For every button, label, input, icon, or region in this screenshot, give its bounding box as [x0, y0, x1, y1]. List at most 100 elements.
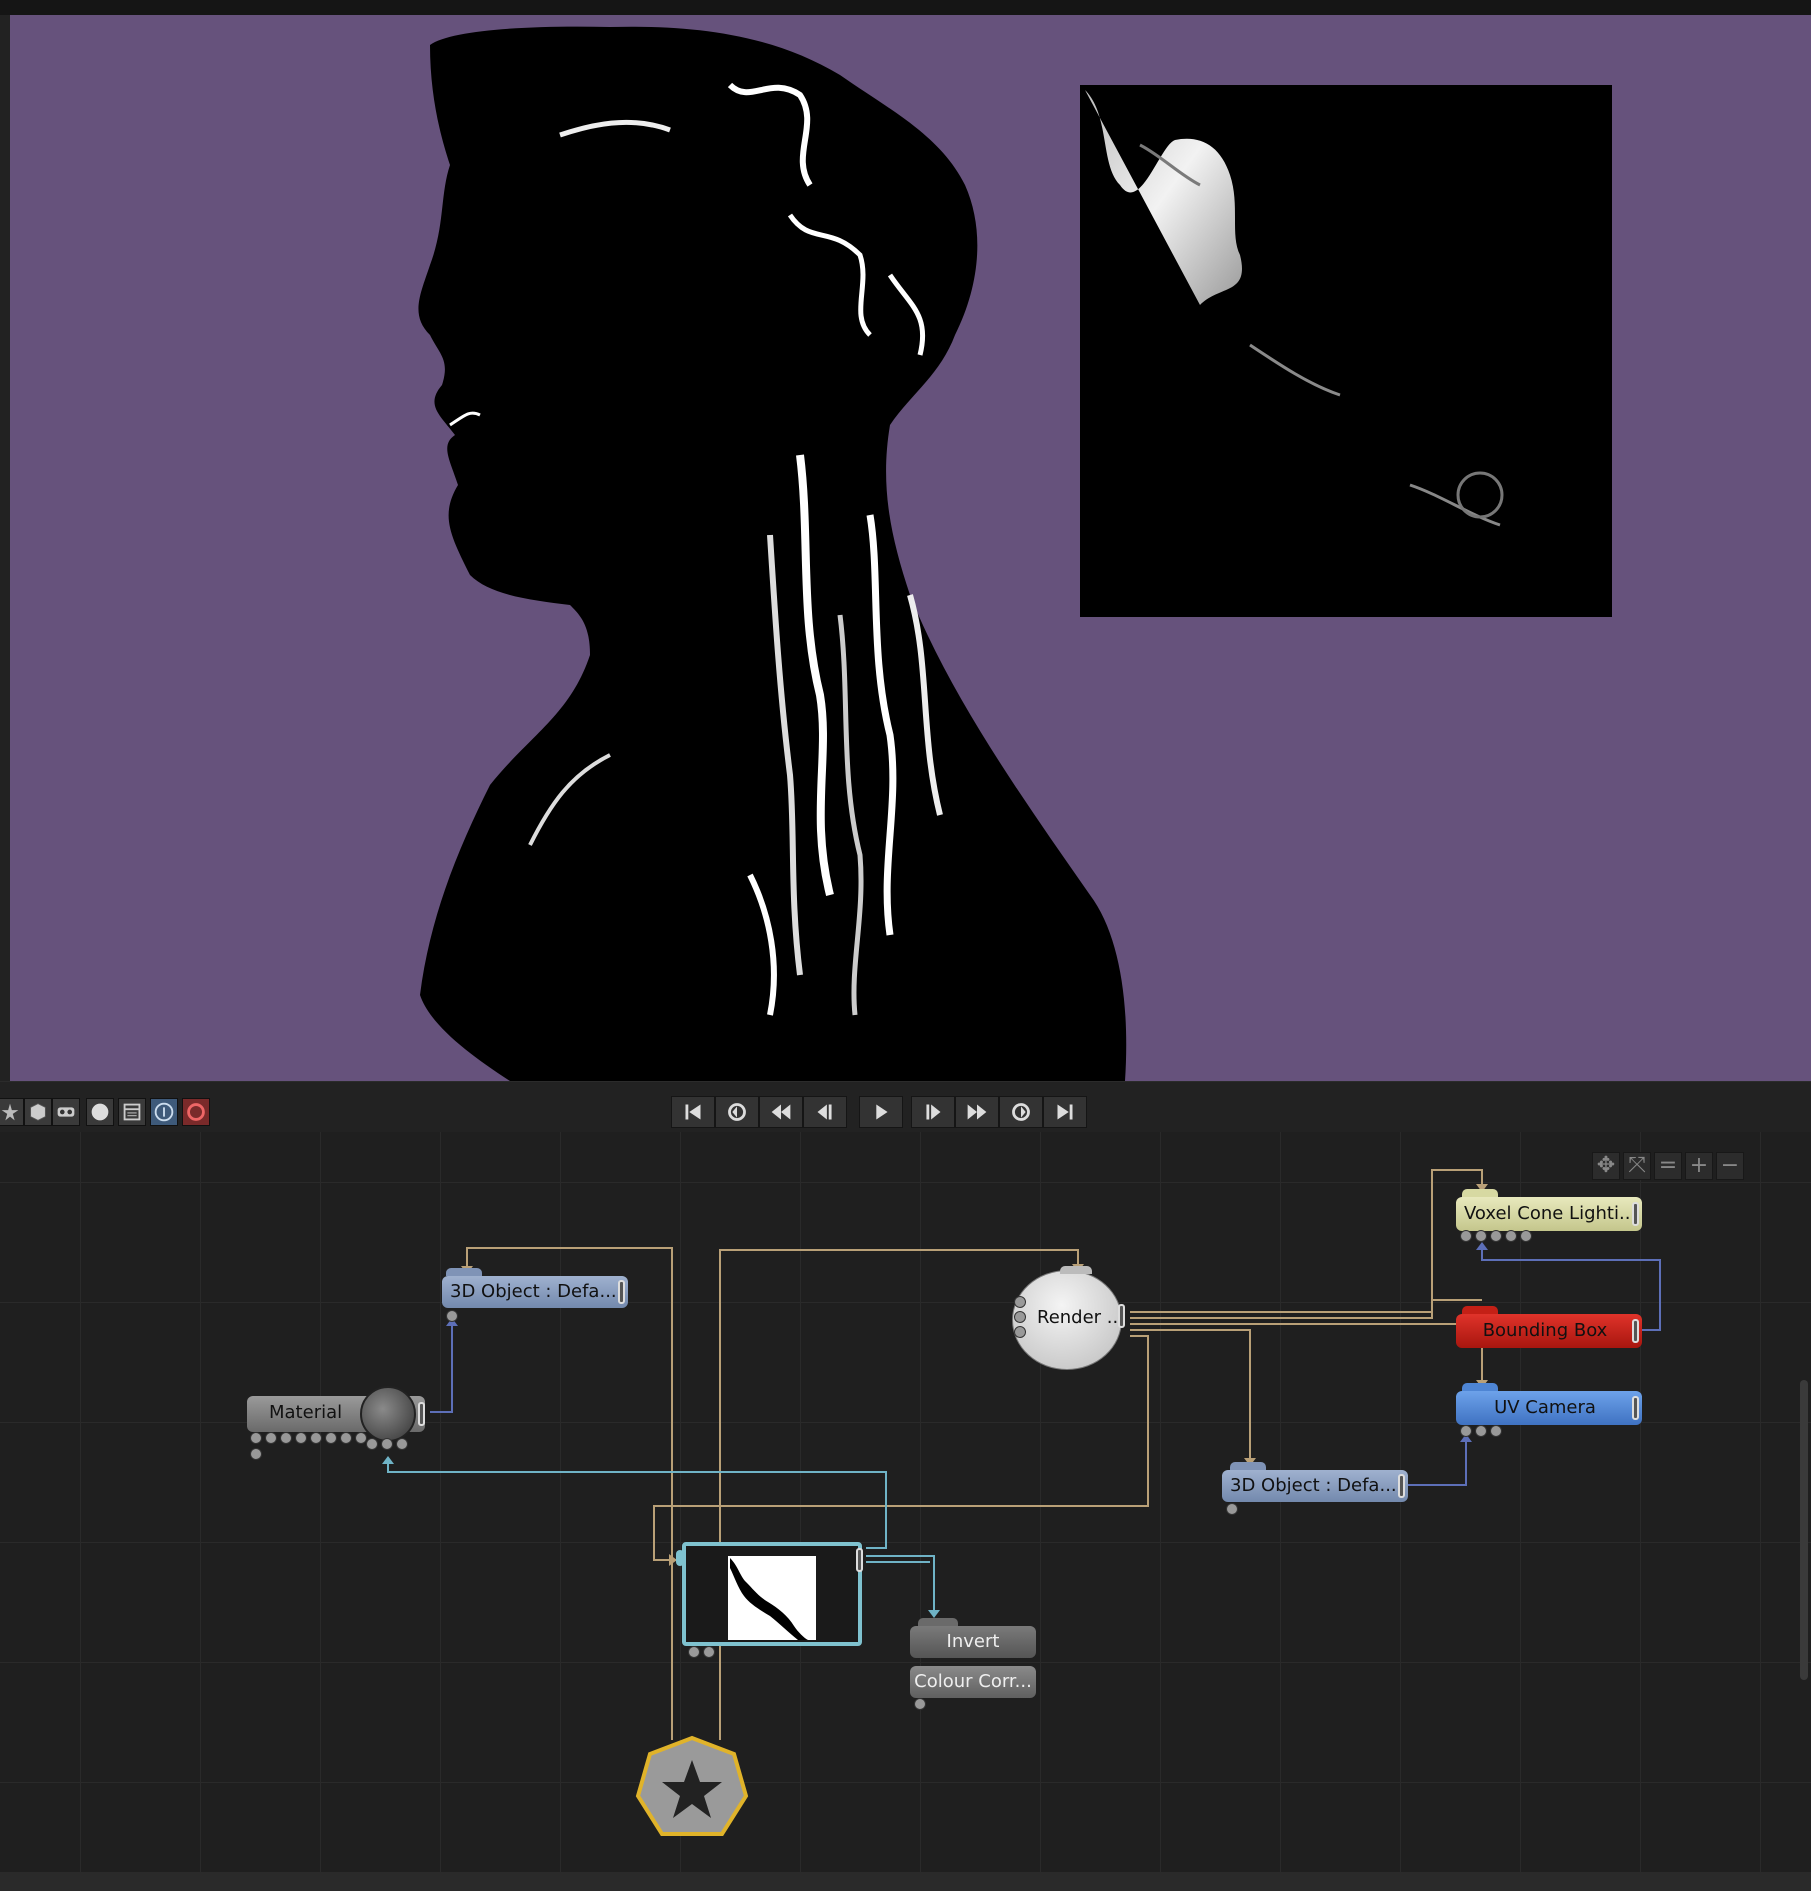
output-star-icon	[635, 1735, 749, 1836]
play-icon[interactable]	[859, 1096, 903, 1128]
port[interactable]	[280, 1432, 292, 1444]
refresh-icon[interactable]	[182, 1098, 210, 1126]
port[interactable]	[1460, 1425, 1472, 1437]
node-output[interactable]	[634, 1734, 750, 1844]
node-input-tab[interactable]	[1462, 1189, 1498, 1197]
port[interactable]	[310, 1432, 322, 1444]
skip-to-start-icon[interactable]	[671, 1096, 715, 1128]
panel-icon[interactable]	[118, 1098, 146, 1126]
fit-icon[interactable]: ⤧	[1623, 1152, 1651, 1180]
node-label: 3D Object : Defa...	[1230, 1475, 1397, 1496]
loop-back-icon[interactable]	[715, 1096, 759, 1128]
viewport-left-edge	[0, 15, 10, 1081]
graph-status-bar	[0, 1872, 1811, 1891]
port[interactable]	[1520, 1230, 1532, 1242]
node-render[interactable]: Render ...	[1012, 1270, 1124, 1370]
thumbnail-image	[730, 1558, 808, 1640]
node-ports	[1014, 1296, 1026, 1338]
loop-forward-icon[interactable]	[999, 1096, 1043, 1128]
node-output-handle[interactable]	[1118, 1304, 1125, 1328]
port[interactable]	[325, 1432, 337, 1444]
port[interactable]	[1014, 1296, 1026, 1308]
port[interactable]	[1505, 1230, 1517, 1242]
port[interactable]	[250, 1448, 262, 1460]
graph-navigation: ✥ ⤧ = + −	[1592, 1152, 1744, 1180]
port[interactable]	[295, 1432, 307, 1444]
node-input-tab[interactable]	[676, 1550, 684, 1566]
node-label: Invert	[946, 1631, 1000, 1652]
port[interactable]	[1475, 1425, 1487, 1437]
render-viewport[interactable]	[10, 15, 1811, 1081]
graph-vertical-scrollbar[interactable]	[1800, 1380, 1808, 1680]
info-icon[interactable]	[150, 1098, 178, 1126]
node-label: 3D Object : Defa...	[450, 1281, 617, 1302]
node-output-handle[interactable]	[1398, 1474, 1405, 1498]
port[interactable]	[1226, 1503, 1238, 1515]
port[interactable]	[366, 1438, 378, 1450]
node-output-handle[interactable]	[856, 1548, 863, 1572]
port[interactable]	[1460, 1230, 1472, 1242]
fast-forward-icon[interactable]	[955, 1096, 999, 1128]
node-ports	[1226, 1503, 1238, 1515]
node-output-handle[interactable]	[1632, 1202, 1639, 1226]
step-back-icon[interactable]	[803, 1096, 847, 1128]
node-graph-canvas[interactable]	[0, 1132, 1811, 1872]
port[interactable]	[340, 1432, 352, 1444]
viewport-toolbar	[0, 1081, 1811, 1133]
zoom-in-icon[interactable]: +	[1685, 1152, 1713, 1180]
node-input-tab[interactable]	[918, 1618, 958, 1626]
port[interactable]	[688, 1646, 700, 1658]
node-output-handle[interactable]	[1632, 1319, 1639, 1343]
node-ports	[688, 1646, 715, 1658]
node-3d-object-a[interactable]: 3D Object : Defa...	[442, 1276, 628, 1308]
uv-map-image	[1085, 90, 1504, 527]
skip-to-end-icon[interactable]	[1043, 1096, 1087, 1128]
port[interactable]	[446, 1310, 458, 1322]
node-output-handle[interactable]	[418, 1402, 425, 1426]
node-output-handle[interactable]	[618, 1280, 625, 1304]
port[interactable]	[381, 1438, 393, 1450]
node-input-tab[interactable]	[1462, 1383, 1498, 1391]
viewport-top-bar	[0, 0, 1811, 15]
node-ports	[1460, 1425, 1502, 1437]
node-uv-camera[interactable]: UV Camera	[1456, 1391, 1642, 1425]
equal-icon[interactable]: =	[1654, 1152, 1682, 1180]
render-target-thumbnail	[728, 1556, 816, 1640]
port[interactable]	[250, 1432, 262, 1444]
port[interactable]	[1490, 1425, 1502, 1437]
sphere-icon[interactable]	[86, 1098, 114, 1126]
node-3d-object-b[interactable]: 3D Object : Defa...	[1222, 1470, 1408, 1502]
node-ports	[914, 1698, 926, 1710]
port[interactable]	[1490, 1230, 1502, 1242]
node-output-handle[interactable]	[1632, 1396, 1639, 1420]
node-input-tab[interactable]	[446, 1268, 482, 1276]
step-forward-icon[interactable]	[911, 1096, 955, 1128]
port[interactable]	[265, 1432, 277, 1444]
port[interactable]	[1014, 1311, 1026, 1323]
vr-icon[interactable]	[52, 1098, 80, 1126]
node-label: Voxel Cone Lighti...	[1464, 1203, 1637, 1224]
port[interactable]	[703, 1646, 715, 1658]
port[interactable]	[1475, 1230, 1487, 1242]
rewind-icon[interactable]	[759, 1096, 803, 1128]
port[interactable]	[1014, 1326, 1026, 1338]
node-colour-correction[interactable]: Colour Corr...	[910, 1666, 1036, 1698]
port[interactable]	[396, 1438, 408, 1450]
material-sphere-icon	[360, 1386, 416, 1442]
star-icon[interactable]	[0, 1098, 24, 1126]
port[interactable]	[914, 1698, 926, 1710]
node-voxel-cone-lighting[interactable]: Voxel Cone Lighti...	[1456, 1197, 1642, 1231]
node-label: UV Camera	[1494, 1397, 1596, 1418]
node-render-target[interactable]	[682, 1542, 862, 1646]
cube-icon[interactable]	[24, 1098, 52, 1126]
uv-map-preview	[1080, 85, 1612, 617]
zoom-out-icon[interactable]: −	[1716, 1152, 1744, 1180]
pan-icon[interactable]: ✥	[1592, 1152, 1620, 1180]
node-ports	[366, 1438, 408, 1450]
node-input-tab[interactable]	[1462, 1306, 1498, 1314]
node-invert[interactable]: Invert	[910, 1626, 1036, 1658]
node-bounding-box[interactable]: Bounding Box	[1456, 1314, 1642, 1348]
node-label: Colour Corr...	[914, 1671, 1032, 1692]
node-input-tab[interactable]	[1230, 1462, 1266, 1470]
node-input-tab[interactable]	[1060, 1266, 1092, 1274]
